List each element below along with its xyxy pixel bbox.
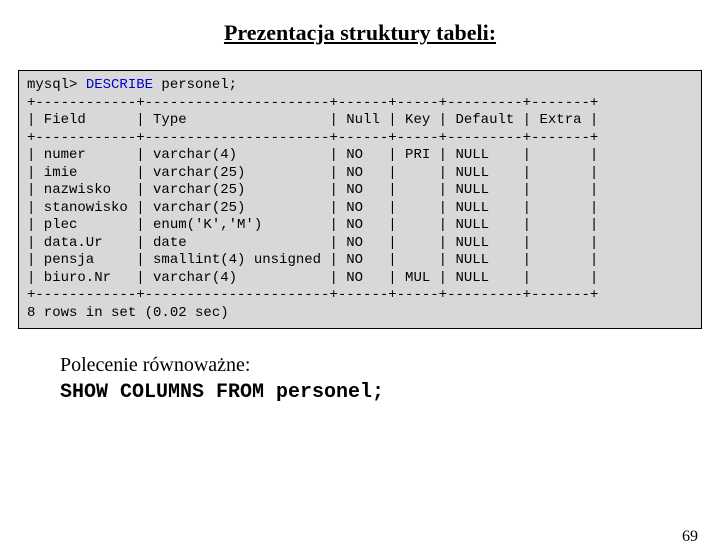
table-border: +------------+----------------------+---… xyxy=(27,95,598,111)
table-header-row: | Field | Type | Null | Key | Default | … xyxy=(27,112,598,128)
sql-keyword: DESCRIBE xyxy=(86,77,153,93)
page-number: 69 xyxy=(682,528,698,546)
page-title: Prezentacja struktury tabeli: xyxy=(0,20,720,46)
equivalent-label: Polecenie równoważne: xyxy=(60,351,720,379)
table-row: | imie | varchar(25) | NO | | NULL | | xyxy=(27,165,598,181)
prompt: mysql> xyxy=(27,77,86,93)
table-row: | pensja | smallint(4) unsigned | NO | |… xyxy=(27,252,598,268)
table-row: | nazwisko | varchar(25) | NO | | NULL |… xyxy=(27,182,598,198)
table-row: | data.Ur | date | NO | | NULL | | xyxy=(27,235,598,251)
table-row: | numer | varchar(4) | NO | PRI | NULL |… xyxy=(27,147,598,163)
table-border: +------------+----------------------+---… xyxy=(27,130,598,146)
result-footer: 8 rows in set (0.02 sec) xyxy=(27,305,229,321)
table-row: | biuro.Nr | varchar(4) | NO | MUL | NUL… xyxy=(27,270,598,286)
equivalent-command: SHOW COLUMNS FROM personel; xyxy=(60,379,720,407)
terminal-output: mysql> DESCRIBE personel; +------------+… xyxy=(18,70,702,329)
sql-tail: personel; xyxy=(153,77,237,93)
equivalent-block: Polecenie równoważne: SHOW COLUMNS FROM … xyxy=(60,351,720,407)
table-border: +------------+----------------------+---… xyxy=(27,287,598,303)
table-row: | stanowisko | varchar(25) | NO | | NULL… xyxy=(27,200,598,216)
table-row: | plec | enum('K','M') | NO | | NULL | | xyxy=(27,217,598,233)
